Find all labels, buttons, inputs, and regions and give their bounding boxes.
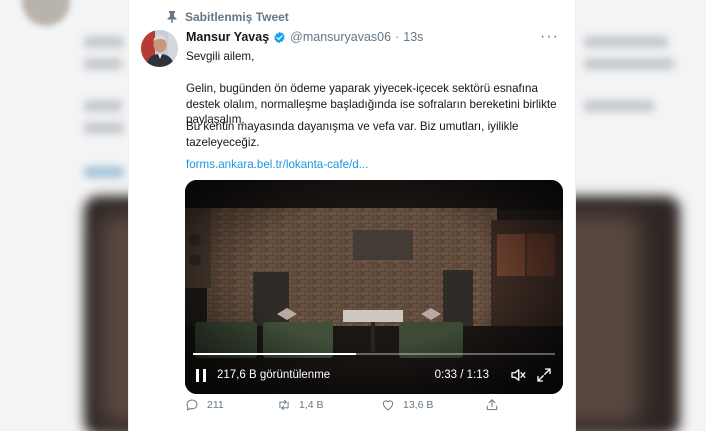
more-options-icon[interactable]: ··· (540, 28, 559, 46)
tweet-header: Mansur Yavaş @mansuryavas06 · 13s (186, 30, 423, 44)
retweet-count: 1,4 B (299, 399, 324, 411)
retweet-icon (279, 399, 289, 411)
author-name[interactable]: Mansur Yavaş (186, 30, 269, 44)
reply-button[interactable]: 211 (185, 398, 224, 412)
background-text-line (84, 122, 124, 134)
tweet-paragraph-2: Bu kentin mayasında dayanışma ve vefa va… (186, 120, 519, 149)
background-avatar (22, 0, 70, 26)
share-icon (486, 399, 498, 411)
author-handle[interactable]: @mansuryavas06 (290, 30, 391, 44)
video-progress-fill (193, 353, 356, 355)
tweet-greeting: Sevgili ailem, (186, 50, 255, 63)
separator-dot: · (395, 30, 400, 44)
share-button[interactable] (485, 398, 499, 412)
video-player[interactable]: 217,6 B görüntülenme 0:33 / 1:13 (185, 180, 563, 394)
pinned-label: Sabitlenmiş Tweet (185, 10, 289, 24)
background-text-line (84, 36, 124, 48)
pinned-label-row: Sabitlenmiş Tweet (167, 10, 289, 24)
tweet-actions: 211 1,4 B 13,6 B (185, 398, 505, 418)
background-text-line (584, 36, 668, 48)
heart-icon (382, 400, 394, 411)
view-count: 217,6 B görüntülenme (217, 369, 331, 381)
like-button[interactable]: 13,6 B (381, 398, 433, 412)
background-text-line (584, 100, 654, 112)
background-text-line (84, 100, 122, 112)
tweet-link[interactable]: forms.ankara.bel.tr/lokanta-cafe/d... (186, 158, 368, 171)
video-progress-bar[interactable] (193, 353, 555, 355)
video-controls: 217,6 B görüntülenme 0:33 / 1:13 (185, 356, 563, 394)
retweet-button[interactable]: 1,4 B (277, 398, 324, 412)
reply-count: 211 (207, 399, 224, 411)
reply-icon (186, 399, 198, 411)
tweet-timestamp[interactable]: 13s (403, 30, 423, 44)
background-link-line (84, 166, 124, 178)
volume-icon[interactable] (509, 366, 527, 384)
pause-icon[interactable] (195, 368, 207, 382)
pin-icon (167, 11, 177, 23)
verified-badge-icon (274, 31, 285, 43)
like-count: 13,6 B (403, 399, 434, 411)
avatar[interactable] (141, 30, 178, 67)
fullscreen-icon[interactable] (535, 366, 553, 384)
background-text-line (84, 58, 122, 70)
avatar-photo (141, 30, 178, 67)
background-text-line (584, 58, 674, 70)
pinned-tweet-card[interactable]: Sabitlenmiş Tweet Mansur Yavaş @mansurya… (128, 0, 576, 431)
video-time: 0:33 / 1:13 (434, 369, 489, 381)
